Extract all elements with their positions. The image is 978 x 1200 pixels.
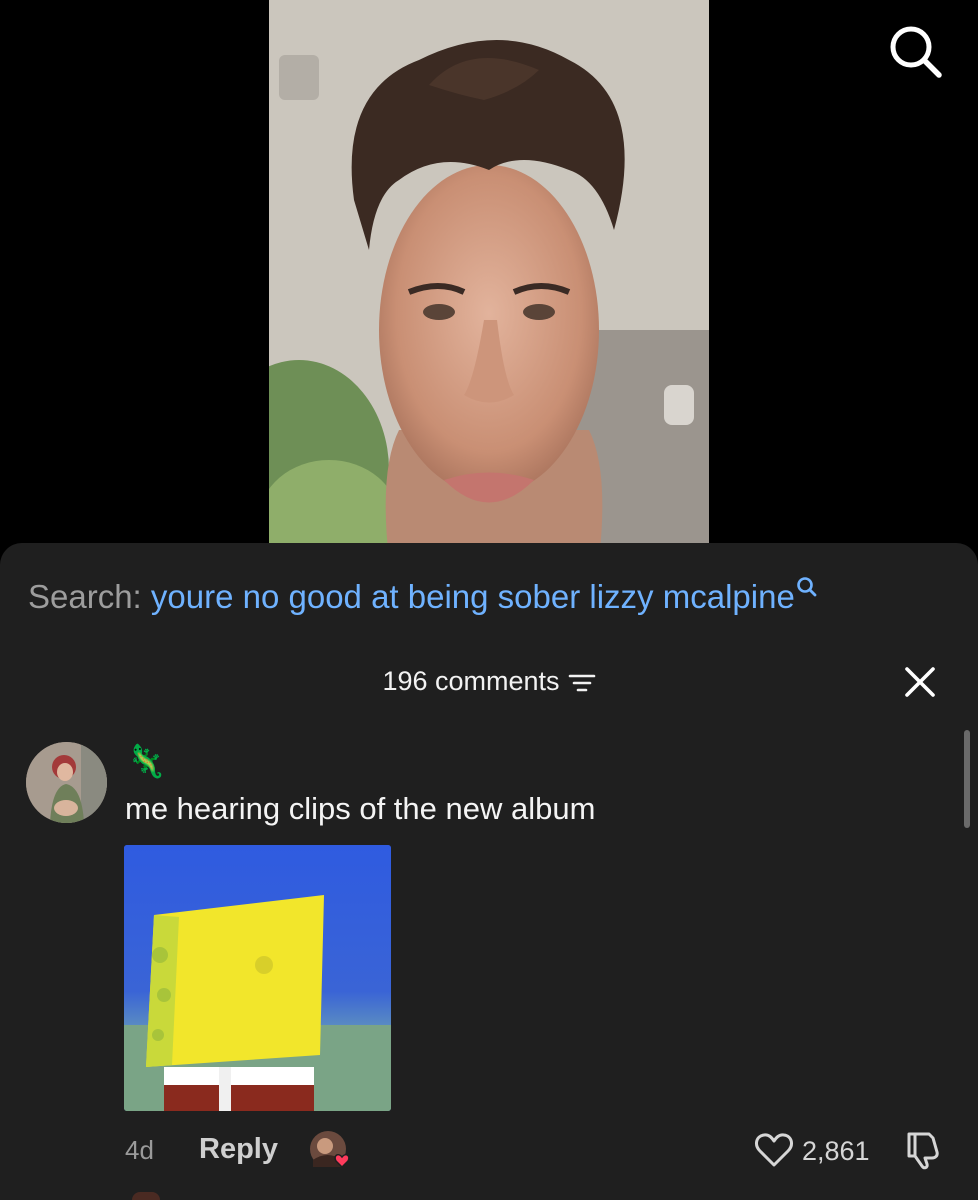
video-player[interactable] (269, 0, 709, 560)
search-suggestion[interactable]: Search: youre no good at being sober liz… (28, 576, 818, 618)
sticker-image (124, 845, 391, 1111)
comment-timestamp: 4d (125, 1135, 154, 1165)
avatar[interactable] (26, 742, 107, 823)
spongebob-sticker[interactable] (124, 845, 391, 1111)
search-mini-icon[interactable] (796, 576, 818, 600)
heart-icon (755, 1133, 793, 1167)
search-suggestion-label: Search: (28, 578, 142, 615)
comments-header: 196 comments (0, 662, 978, 700)
comment-text: me hearing clips of the new album (125, 791, 596, 826)
like-count: 2,861 (802, 1136, 870, 1166)
comment-username[interactable]: 🦎 (126, 742, 166, 780)
app-screen: Search: youre no good at being sober liz… (0, 0, 978, 1200)
close-icon[interactable] (902, 664, 938, 700)
scrollbar[interactable] (964, 730, 970, 828)
comment-meta-row: 4d Reply 2,861 (0, 1125, 978, 1175)
search-suggestion-query[interactable]: youre no good at being sober lizzy mcalp… (151, 578, 795, 615)
comments-count: 196 comments (382, 666, 560, 696)
video-frame (269, 0, 709, 560)
creator-liked-badge (310, 1131, 350, 1169)
avatar-photo (26, 742, 107, 823)
dislike-icon[interactable] (903, 1128, 943, 1170)
next-comment-avatar[interactable] (132, 1192, 160, 1200)
search-icon[interactable] (888, 24, 944, 80)
filter-icon[interactable] (568, 671, 596, 695)
reply-button[interactable]: Reply (199, 1131, 278, 1167)
